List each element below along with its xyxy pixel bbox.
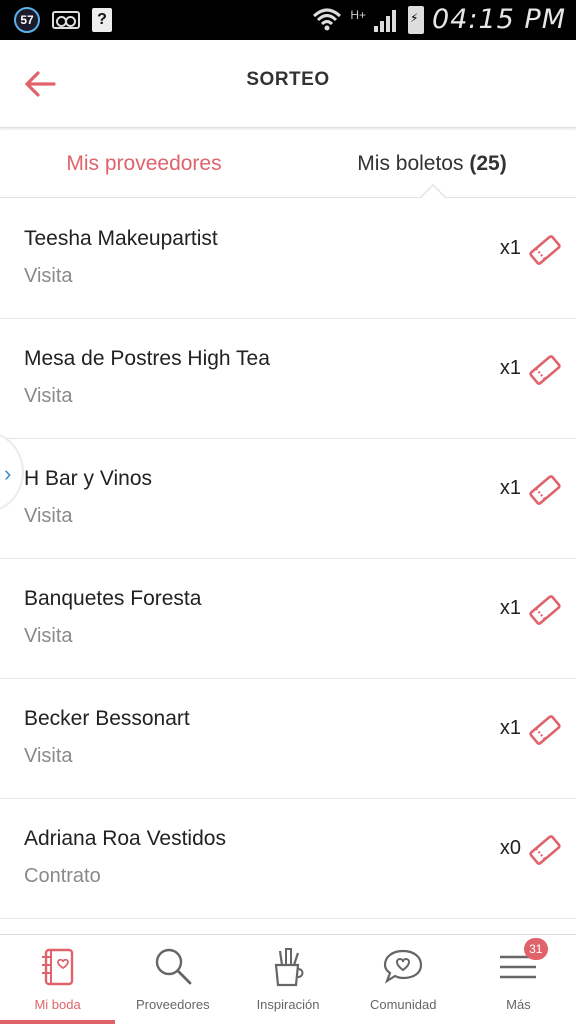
notification-badge-icon: 57 <box>14 7 40 33</box>
nav-proveedores[interactable]: Proveedores <box>115 935 230 1024</box>
tab-mis-proveedores[interactable]: Mis proveedores <box>0 130 288 197</box>
search-icon <box>155 948 192 985</box>
tab-label: Mis proveedores <box>66 151 222 175</box>
provider-name: Banquetes Foresta <box>24 587 202 610</box>
ticket-icon <box>529 595 561 625</box>
ticket-count: x1 <box>499 357 521 379</box>
nav-inspiracion[interactable]: Inspiración <box>230 935 345 1024</box>
provider-name: Becker Bessonart <box>24 707 190 730</box>
voicemail-icon <box>52 11 80 29</box>
wifi-icon <box>313 8 342 30</box>
ticket-count: x1 <box>499 237 521 259</box>
nav-mi-boda[interactable]: Mi boda <box>0 935 116 1024</box>
list-item[interactable]: Becker Bessonart Visita x1 <box>0 679 576 799</box>
list-item[interactable]: Adriana Roa Vestidos Contrato x0 <box>0 799 576 919</box>
tab-count: (25) <box>469 151 507 175</box>
tab-bar: Mis proveedores Mis boletos (25) <box>0 130 576 198</box>
list-item[interactable]: Mesa de Postres High Tea Visita x1 <box>0 319 576 439</box>
provider-name: H Bar y Vinos <box>24 467 152 490</box>
provider-type: Contrato <box>24 865 101 887</box>
page-title: SORTEO <box>246 69 330 90</box>
notebook-icon <box>41 948 73 986</box>
bottom-navigation: Mi boda Proveedores Inspiración Comunida… <box>0 934 576 1024</box>
ticket-icon <box>529 235 561 265</box>
ticket-icon <box>529 475 561 505</box>
status-bar: 57 ? H+ 04:15 PM <box>0 0 576 40</box>
chevron-right-icon: › <box>4 461 12 486</box>
nav-label: Inspiración <box>256 997 320 1012</box>
list-item[interactable]: H Bar y Vinos Visita x1 <box>0 439 576 559</box>
ticket-count: x1 <box>499 477 521 499</box>
provider-name: Adriana Roa Vestidos <box>24 827 226 850</box>
provider-type: Visita <box>24 385 73 407</box>
list-item[interactable]: Teesha Makeupartist Visita x1 <box>0 199 576 319</box>
app-header: SORTEO <box>0 40 576 128</box>
provider-name: Mesa de Postres High Tea <box>24 347 270 370</box>
tab-indicator <box>421 186 445 198</box>
nav-label: Más <box>506 997 531 1012</box>
clock: 04:15 PM <box>432 4 566 35</box>
ticket-count: x0 <box>499 837 521 859</box>
provider-type: Visita <box>24 505 73 527</box>
provider-type: Visita <box>24 625 73 647</box>
battery-icon <box>408 5 425 34</box>
nav-mas[interactable]: Más 31 <box>461 935 576 1024</box>
network-type: H+ <box>350 7 367 22</box>
provider-list: Teesha Makeupartist Visita x1 Mesa de Po… <box>0 199 576 919</box>
signal-icon <box>374 8 400 32</box>
ticket-count: x1 <box>499 597 521 619</box>
ticket-icon <box>529 355 561 385</box>
brush-cup-icon <box>274 948 304 987</box>
nav-comunidad[interactable]: Comunidad <box>346 935 461 1024</box>
chat-heart-icon <box>384 949 423 984</box>
ticket-count: x1 <box>499 717 521 739</box>
notification-count-badge: 31 <box>523 938 548 960</box>
provider-type: Visita <box>24 265 73 287</box>
tab-label: Mis boletos <box>357 151 464 175</box>
ticket-icon <box>529 715 561 745</box>
provider-type: Visita <box>24 745 73 767</box>
nav-label: Comunidad <box>369 997 437 1012</box>
ticket-icon <box>529 835 561 865</box>
nav-label: Mi boda <box>34 997 81 1012</box>
nav-label: Proveedores <box>135 997 210 1012</box>
unknown-notification-icon: ? <box>92 8 112 32</box>
list-item[interactable]: Banquetes Foresta Visita x1 <box>0 559 576 679</box>
provider-name: Teesha Makeupartist <box>24 227 218 250</box>
